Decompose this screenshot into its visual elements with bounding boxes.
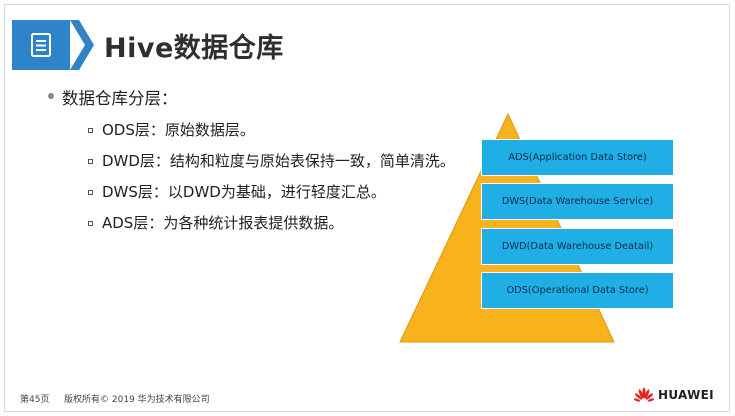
layer-ads: ADS(Application Data Store) — [481, 139, 674, 176]
title-banner — [12, 20, 70, 70]
main-bullet-text: 数据仓库分层： — [62, 89, 178, 108]
layer-dwd: DWD(Data Warehouse Deatail) — [481, 228, 674, 265]
huawei-logo-icon — [634, 387, 654, 402]
bullet-dot — [48, 93, 54, 99]
document-list-icon — [31, 33, 51, 57]
title-chevron — [70, 20, 94, 70]
sub-item-text: ODS层：原始数据层。 — [102, 121, 255, 139]
brand-name: HUAWEI — [658, 388, 714, 402]
sub-item-text: ADS层：为各种统计报表提供数据。 — [102, 214, 344, 232]
page-number: 第45页 — [20, 395, 50, 405]
layer-dws: DWS(Data Warehouse Service) — [481, 183, 674, 220]
square-bullet-icon — [88, 221, 93, 226]
page-title: Hive数据仓库 — [104, 33, 284, 64]
sub-item-text: DWS层：以DWD为基础，进行轻度汇总。 — [102, 183, 386, 201]
huawei-logo: HUAWEI — [634, 387, 714, 403]
square-bullet-icon — [88, 128, 93, 133]
layer-ods: ODS(Operational Data Store) — [481, 272, 674, 309]
square-bullet-icon — [88, 190, 93, 195]
square-bullet-icon — [88, 159, 93, 164]
main-bullet: 数据仓库分层： — [48, 85, 178, 109]
copyright-text: 版权所有© 2019 华为技术有限公司 — [64, 395, 210, 405]
